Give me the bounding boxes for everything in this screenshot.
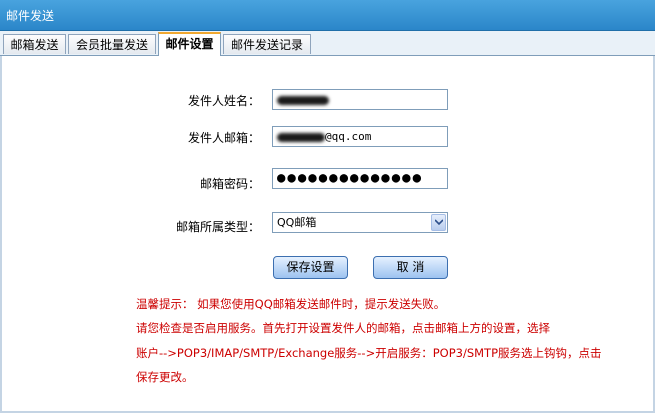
tip-line-2: 请您检查是否启用服务。首先打开设置发件人的邮箱，点击邮箱上方的设置，选择 [136,321,550,335]
mailbox-type-label: 邮箱所属类型： [175,220,260,234]
cancel-button[interactable]: 取 消 [373,256,448,279]
redacted-name [277,95,329,105]
sender-name-label: 发件人姓名： [187,94,260,108]
tip-line-4: 保存更改。 [136,370,194,384]
sender-email-label: 发件人邮箱： [187,131,260,145]
email-domain: @qq.com [325,130,372,143]
tab-mail-settings[interactable]: 邮件设置 [158,32,221,56]
window-title-bar: 邮件发送 [0,0,655,31]
settings-panel: 发件人姓名： 发件人邮箱： @qq.com 邮箱密码： ●●●●●●●●●●●●… [0,56,655,413]
tip-line-3: 账户-->POP3/IMAP/SMTP/Exchange服务-->开启服务：PO… [136,346,602,360]
password-label: 邮箱密码： [199,177,260,191]
sender-name-field[interactable] [272,89,448,110]
tab-bar: 邮箱发送 会员批量发送 邮件设置 邮件发送记录 [0,31,655,56]
mailbox-type-value: QQ邮箱 [277,216,317,229]
tab-batch-send[interactable]: 会员批量发送 [68,34,156,54]
window-title: 邮件发送 [6,9,55,23]
tab-send-mail[interactable]: 邮箱发送 [3,34,66,54]
password-field[interactable]: ●●●●●●●●●●●●●● [272,168,448,189]
chevron-down-icon[interactable] [431,214,446,231]
sender-email-field[interactable]: @qq.com [272,126,448,147]
redacted-email [277,132,325,142]
tip-line-1: 温馨提示： 如果您使用QQ邮箱发送邮件时，提示发送失败。 [136,297,446,311]
save-settings-button[interactable]: 保存设置 [273,256,348,279]
tab-send-log[interactable]: 邮件发送记录 [223,34,311,54]
mailbox-type-select[interactable]: QQ邮箱 [272,212,448,233]
